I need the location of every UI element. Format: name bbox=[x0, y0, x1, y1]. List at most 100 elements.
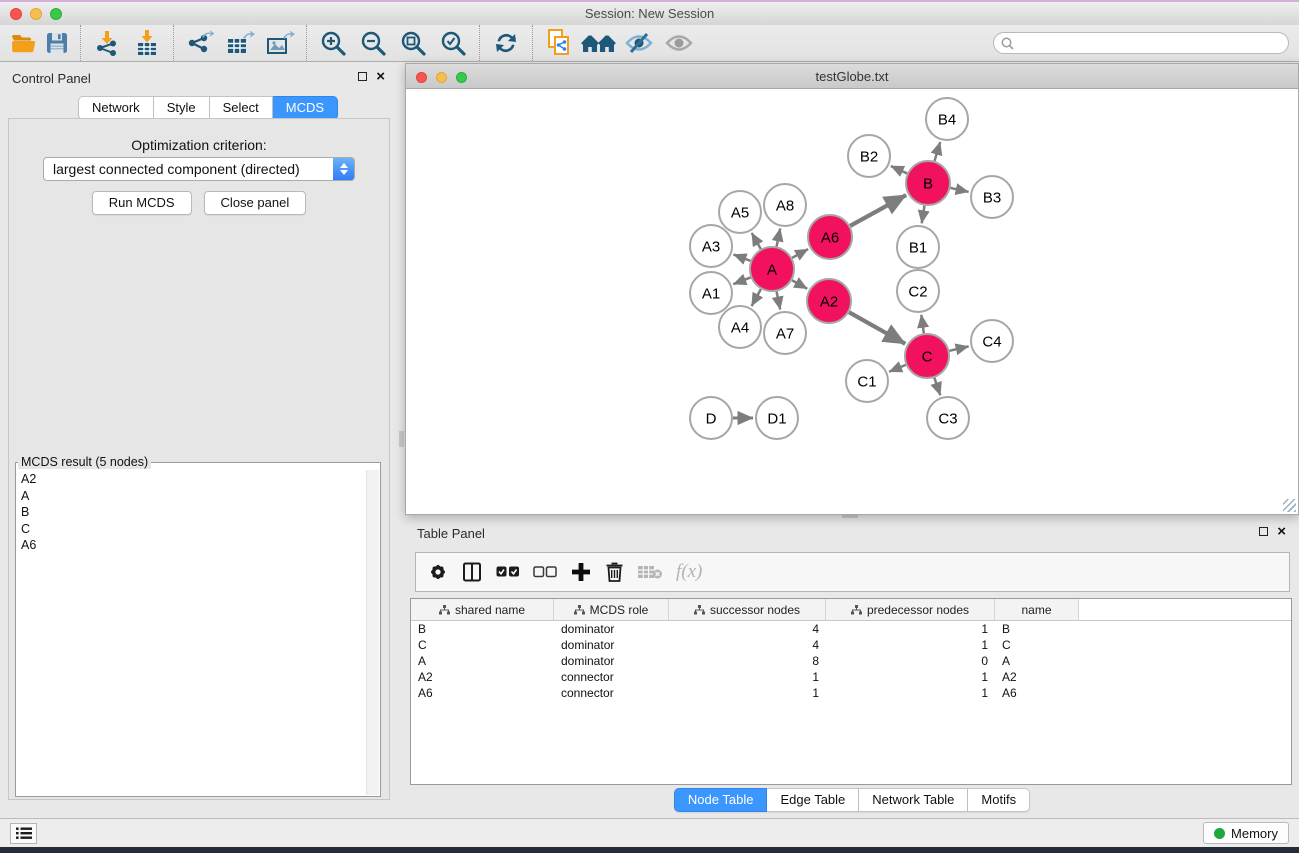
graph-edge-B-B4[interactable] bbox=[935, 142, 941, 161]
delete-table-icon[interactable] bbox=[637, 557, 663, 587]
save-session-icon[interactable] bbox=[40, 27, 74, 59]
optimization-criterion-label: Optimization criterion: bbox=[9, 137, 389, 153]
close-table-panel-icon[interactable]: × bbox=[1277, 527, 1286, 536]
graph-node-label: D1 bbox=[767, 410, 786, 427]
deselect-all-icon[interactable] bbox=[533, 557, 557, 587]
tab-mcds[interactable]: MCDS bbox=[273, 96, 338, 120]
graph-edge-A2-C[interactable] bbox=[849, 312, 905, 344]
scrollbar-track[interactable] bbox=[366, 470, 379, 795]
graph-edge-B-B2[interactable] bbox=[891, 166, 907, 173]
export-image-icon[interactable] bbox=[260, 27, 300, 59]
graph-edge-C-C4[interactable] bbox=[949, 346, 968, 350]
run-mcds-button[interactable]: Run MCDS bbox=[92, 191, 192, 215]
graph-node-label: A3 bbox=[702, 238, 720, 255]
table-row[interactable]: A2connector11A2 bbox=[411, 669, 1291, 685]
table-cell: 4 bbox=[669, 638, 826, 652]
show-hidden-icon[interactable] bbox=[659, 27, 699, 59]
zoom-out-icon[interactable] bbox=[353, 27, 393, 59]
column-header-predecessor-nodes[interactable]: predecessor nodes bbox=[826, 599, 995, 620]
table-cell: 0 bbox=[826, 654, 995, 668]
mcds-result-item[interactable]: C bbox=[17, 521, 366, 538]
column-header-MCDS-role[interactable]: MCDS role bbox=[554, 599, 669, 620]
graph-edge-A6-B[interactable] bbox=[850, 195, 906, 226]
show-columns-icon[interactable] bbox=[461, 557, 483, 587]
create-column-icon[interactable] bbox=[570, 557, 592, 587]
table-toolbar: f(x) bbox=[415, 552, 1290, 592]
table-settings-gear-icon[interactable] bbox=[428, 557, 448, 587]
tab-network[interactable]: Network bbox=[78, 96, 154, 120]
search-input[interactable] bbox=[1014, 36, 1288, 50]
control-panel: Control Panel × NetworkStyleSelectMCDS O… bbox=[0, 63, 399, 815]
table-row[interactable]: Bdominator41B bbox=[411, 621, 1291, 637]
graph-node-label: A1 bbox=[702, 285, 720, 302]
mcds-result-item[interactable]: A2 bbox=[17, 471, 366, 488]
graph-edge-A-A5[interactable] bbox=[752, 233, 761, 249]
graph-edge-A-A2[interactable] bbox=[792, 280, 807, 289]
graph-edge-B-B3[interactable] bbox=[950, 188, 968, 192]
export-table-icon[interactable] bbox=[220, 27, 260, 59]
function-builder-icon[interactable]: f(x) bbox=[676, 557, 702, 587]
table-cell: connector bbox=[554, 670, 669, 684]
table-row[interactable]: Adominator80A bbox=[411, 653, 1291, 669]
close-panel-button[interactable]: Close panel bbox=[204, 191, 307, 215]
column-header-shared-name[interactable]: shared name bbox=[411, 599, 554, 620]
delete-columns-trash-icon[interactable] bbox=[605, 557, 624, 587]
tab-select[interactable]: Select bbox=[210, 96, 273, 120]
zoom-in-icon[interactable] bbox=[313, 27, 353, 59]
graph-edge-A-A7[interactable] bbox=[777, 292, 781, 310]
graph-edge-A-A3[interactable] bbox=[733, 254, 750, 260]
zoom-selected-icon[interactable] bbox=[433, 27, 473, 59]
table-cell: 4 bbox=[669, 622, 826, 636]
graph-edge-A-A4[interactable] bbox=[752, 289, 761, 306]
mcds-result-item[interactable]: A bbox=[17, 488, 366, 505]
network-canvas[interactable]: B4B2BB3A8A5A6A3B1AC2A1A2A4A7C4CC1C3DD1 bbox=[405, 89, 1299, 515]
table-row[interactable]: A6connector11A6 bbox=[411, 685, 1291, 701]
graph-edge-C-C3[interactable] bbox=[934, 378, 940, 395]
table-tab-motifs[interactable]: Motifs bbox=[968, 788, 1030, 812]
window-titlebar: Session: New Session bbox=[0, 0, 1299, 25]
graph-node-label: A2 bbox=[820, 293, 838, 310]
table-tab-edge-table[interactable]: Edge Table bbox=[767, 788, 859, 812]
tab-style[interactable]: Style bbox=[154, 96, 210, 120]
open-session-icon[interactable] bbox=[6, 27, 40, 59]
table-row[interactable]: Cdominator41C bbox=[411, 637, 1291, 653]
select-all-icon[interactable] bbox=[496, 557, 520, 587]
zoom-fit-icon[interactable] bbox=[393, 27, 433, 59]
import-table-icon[interactable] bbox=[127, 27, 167, 59]
graph-edge-C-C2[interactable] bbox=[921, 315, 924, 333]
graph-edge-A-A1[interactable] bbox=[733, 277, 750, 284]
table-tab-network-table[interactable]: Network Table bbox=[859, 788, 968, 812]
graph-node-label: A6 bbox=[821, 229, 839, 246]
window-resize-grip[interactable] bbox=[1283, 499, 1296, 512]
graph-edge-A-A6[interactable] bbox=[792, 249, 808, 258]
table-tab-node-table[interactable]: Node Table bbox=[674, 788, 768, 812]
table-cell: A2 bbox=[995, 670, 1079, 684]
table-cell: B bbox=[995, 622, 1079, 636]
clone-network-icon[interactable] bbox=[539, 27, 579, 59]
export-network-icon[interactable] bbox=[180, 27, 220, 59]
table-cell: 1 bbox=[669, 670, 826, 684]
desktop-background-strip bbox=[0, 847, 1299, 853]
mcds-result-item[interactable]: B bbox=[17, 504, 366, 521]
hide-selected-icon[interactable] bbox=[619, 27, 659, 59]
close-panel-icon[interactable]: × bbox=[376, 72, 385, 81]
task-history-button[interactable] bbox=[10, 823, 37, 844]
vertical-splitter-handle[interactable] bbox=[399, 431, 404, 447]
network-window-titlebar[interactable]: testGlobe.txt bbox=[405, 63, 1299, 89]
float-panel-icon[interactable] bbox=[358, 72, 367, 81]
node-table: shared nameMCDS rolesuccessor nodesprede… bbox=[410, 598, 1292, 785]
column-header-successor-nodes[interactable]: successor nodes bbox=[669, 599, 826, 620]
refresh-network-icon[interactable] bbox=[486, 27, 526, 59]
mcds-result-item[interactable]: A6 bbox=[17, 537, 366, 554]
float-table-panel-icon[interactable] bbox=[1259, 527, 1268, 536]
import-network-icon[interactable] bbox=[87, 27, 127, 59]
memory-button[interactable]: Memory bbox=[1203, 822, 1289, 844]
table-header-row: shared nameMCDS rolesuccessor nodesprede… bbox=[411, 599, 1291, 621]
graph-edge-C-C1[interactable] bbox=[889, 365, 906, 372]
show-all-networks-icon[interactable] bbox=[579, 27, 619, 59]
criterion-dropdown[interactable]: largest connected component (directed) bbox=[43, 157, 355, 181]
column-header-name[interactable]: name bbox=[995, 599, 1079, 620]
graph-edge-A-A8[interactable] bbox=[777, 229, 781, 247]
graph-node-label: C4 bbox=[982, 333, 1001, 350]
graph-edge-B-B1[interactable] bbox=[922, 206, 925, 224]
